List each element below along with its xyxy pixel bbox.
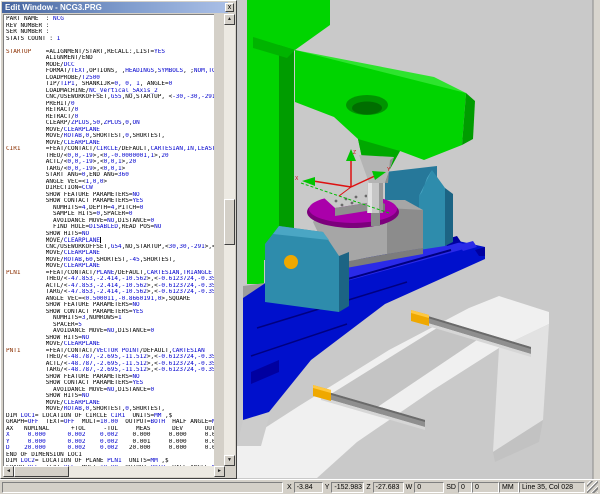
w-coord-label: W <box>404 484 415 491</box>
x-coord-value: -3.84 <box>294 482 323 493</box>
scroll-right-icon[interactable]: ► <box>214 466 225 477</box>
z-axis-label: Z <box>353 150 356 156</box>
vertical-scrollbar-thumb[interactable] <box>224 199 235 245</box>
y-coord-label: Y <box>323 484 332 491</box>
extra-value: 0 <box>472 482 499 493</box>
viewport-right-edge <box>593 0 600 479</box>
y-coord-value: -152.983 <box>331 482 364 493</box>
horizontal-scrollbar[interactable]: ◄ ► <box>3 466 225 477</box>
edit-window-title: Edit Window - NCG3.PRG <box>5 3 102 12</box>
machine-3d-view[interactable]: Z X Y <box>237 0 600 479</box>
vertical-scrollbar[interactable]: ▲ ▼ <box>224 14 235 466</box>
x-coord-label: X <box>285 484 294 491</box>
units-indicator: MM <box>499 482 519 493</box>
edit-window-titlebar[interactable]: Edit Window - NCG3.PRG <box>2 2 228 13</box>
scroll-down-icon[interactable]: ▼ <box>224 455 235 466</box>
status-message-field <box>2 482 283 493</box>
sd-value: 0 <box>458 482 472 493</box>
text-caret <box>100 237 101 243</box>
horizontal-scrollbar-thumb[interactable] <box>14 466 69 477</box>
probe-tip <box>371 213 380 226</box>
scroll-up-icon[interactable]: ▲ <box>224 14 235 25</box>
status-bar: X -3.84 Y -152.983 Z -27.683 W 0 SD 0 0 … <box>0 479 600 494</box>
pivot-dot <box>284 255 298 269</box>
close-icon[interactable]: x <box>225 3 234 12</box>
resize-grip[interactable] <box>587 481 598 493</box>
w-coord-value: 0 <box>414 482 444 493</box>
edit-window: Edit Window - NCG3.PRG x PART NAME : NCG… <box>0 0 237 479</box>
cursor-position: Line 35, Col 028 <box>519 482 585 493</box>
scroll-left-icon[interactable]: ◄ <box>3 466 14 477</box>
z-coord-value: -27.683 <box>373 482 404 493</box>
code-area[interactable]: PART NAME : NCGREV NUMBER : SER NUMBER :… <box>4 15 214 466</box>
z-coord-label: Z <box>364 484 372 491</box>
graphics-viewport[interactable]: Z X Y <box>237 0 600 479</box>
sd-label: SD <box>444 484 458 491</box>
program-text-area[interactable]: PART NAME : NCGREV NUMBER : SER NUMBER :… <box>3 14 214 466</box>
